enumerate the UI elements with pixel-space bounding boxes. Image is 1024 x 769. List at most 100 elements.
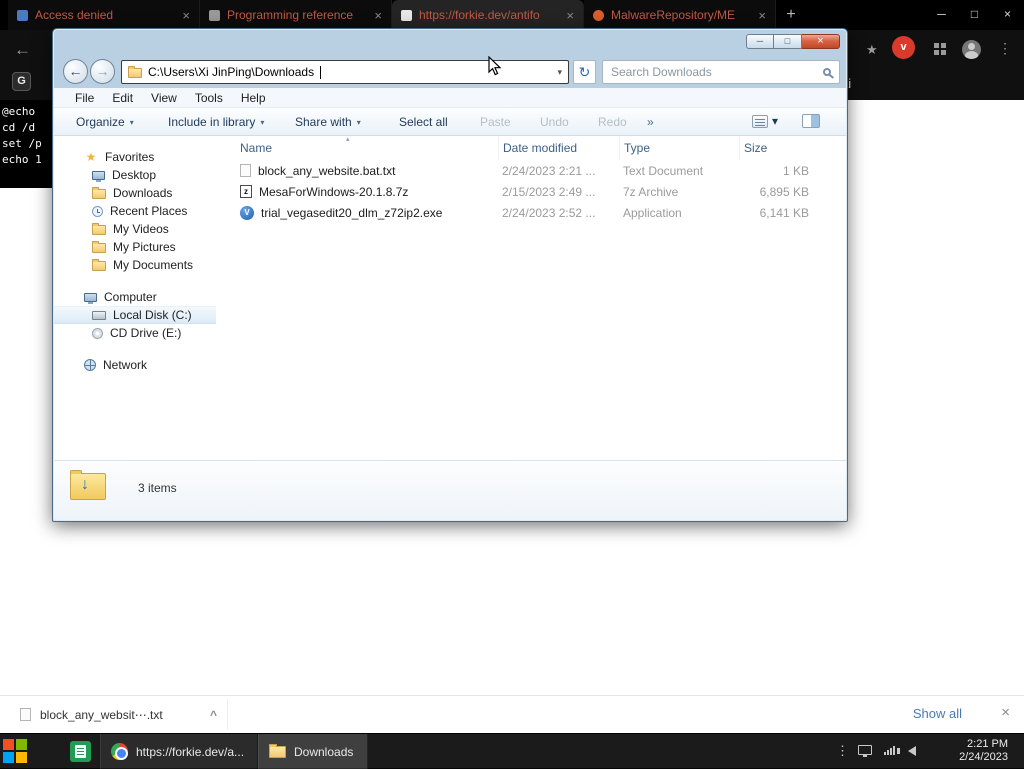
folder-icon <box>92 259 106 271</box>
new-tab-button[interactable]: + <box>776 0 806 30</box>
browser-download-bar: block_any_websit⋯.txt ^ Show all × <box>0 695 1024 733</box>
explorer-toolbar: Organize ▾ Include in library ▾ Share with… <box>54 108 846 136</box>
window-maximize-button[interactable]: □ <box>958 0 991 30</box>
menu-view[interactable]: View <box>142 91 186 105</box>
mouse-cursor <box>488 55 503 82</box>
tab-close-icon[interactable]: × <box>758 8 766 23</box>
redo-button: Redo <box>598 115 627 129</box>
include-in-library-button[interactable]: Include in library ▾ <box>168 115 264 129</box>
download-complete-badge[interactable]: v <box>892 36 915 59</box>
column-header-type[interactable]: Type <box>619 136 739 160</box>
sidebar-item-cd-drive-e[interactable]: CD Drive (E:) <box>54 324 222 342</box>
application-file-icon: V <box>240 205 254 220</box>
paste-button: Paste <box>480 115 511 129</box>
sidebar-item-recent-places[interactable]: Recent Places <box>54 202 222 220</box>
search-input[interactable] <box>611 65 817 79</box>
browser-tab-malware-repository[interactable]: MalwareRepository/ME × <box>584 0 776 30</box>
tab-close-icon[interactable]: × <box>182 8 190 23</box>
search-box[interactable] <box>602 60 840 84</box>
green-app-icon[interactable] <box>70 741 91 762</box>
window-minimize-button[interactable]: ─ <box>925 0 958 30</box>
explorer-maximize-button[interactable]: □ <box>774 34 802 49</box>
browser-tab-programming-reference[interactable]: Programming reference × <box>200 0 392 30</box>
taskbar-downloads-button[interactable]: Downloads <box>258 734 368 769</box>
folder-icon <box>92 241 106 253</box>
taskbar-chrome-button[interactable]: https://forkie.dev/a... <box>100 734 258 769</box>
address-text: C:\Users\Xi JinPing\Downloads <box>148 65 315 79</box>
organize-button[interactable]: Organize ▾ <box>76 115 134 129</box>
folder-icon <box>92 223 106 235</box>
address-dropdown-icon[interactable]: ▾ <box>557 67 562 78</box>
explorer-menu-bar: File Edit View Tools Help <box>54 88 846 108</box>
tab-favicon <box>17 9 28 21</box>
menu-edit[interactable]: Edit <box>103 91 142 105</box>
browser-tab-access-denied[interactable]: Access denied × <box>8 0 200 30</box>
tray-volume-icon[interactable] <box>897 746 916 756</box>
sidebar-section-favorites[interactable]: ★ Favorites <box>54 148 222 166</box>
downloaded-file-chip[interactable]: block_any_websit⋯.txt ^ <box>10 699 228 730</box>
file-row-mesa-for-windows[interactable]: z MesaForWindows-20.1.8.7z 2/15/2023 2:49… <box>224 181 846 202</box>
tab-label: Programming reference <box>227 8 354 22</box>
chevron-up-icon[interactable]: ^ <box>210 708 217 722</box>
menu-help[interactable]: Help <box>232 91 275 105</box>
explorer-window-controls: ─ □ × <box>746 34 840 49</box>
toolbar-overflow-button[interactable]: » <box>647 115 654 129</box>
sidebar-section-network[interactable]: Network <box>54 356 222 374</box>
tray-overflow-icon[interactable]: ⋮ <box>836 743 849 759</box>
tab-favicon <box>401 9 412 21</box>
disk-icon <box>92 310 106 320</box>
sidebar-item-local-disk-c[interactable]: Local Disk (C:) <box>54 306 216 324</box>
bookmark-star-icon[interactable]: ★ <box>866 42 878 58</box>
browser-tab-forkie-active[interactable]: https://forkie.dev/antifo × <box>392 0 584 30</box>
profile-avatar-icon[interactable] <box>962 40 981 59</box>
taskbar-clock[interactable]: 2:21 PM 2/24/2023 <box>959 738 1008 764</box>
tab-favicon <box>593 9 604 21</box>
explorer-minimize-button[interactable]: ─ <box>746 34 774 49</box>
sidebar-section-computer[interactable]: Computer <box>54 288 222 306</box>
explorer-close-button[interactable]: × <box>802 34 840 49</box>
explorer-navigation-bar: ← → C:\Users\Xi JinPing\Downloads ▾ ↻ <box>53 56 847 88</box>
show-all-downloads-link[interactable]: Show all <box>913 706 962 721</box>
apps-grid-icon[interactable] <box>934 43 947 56</box>
window-close-button[interactable]: × <box>991 0 1024 30</box>
nav-back-button[interactable]: ← <box>63 59 88 84</box>
chrome-icon <box>111 743 128 760</box>
explorer-sidebar: ★ Favorites Desktop Downloads Recent Plac… <box>54 136 222 460</box>
column-header-size[interactable]: Size <box>739 136 831 160</box>
column-header-name[interactable]: Name <box>236 136 498 160</box>
column-header-date-modified[interactable]: Date modified <box>498 136 619 160</box>
tab-label: MalwareRepository/ME <box>611 8 736 22</box>
sidebar-item-my-videos[interactable]: My Videos <box>54 220 222 238</box>
folder-icon <box>269 743 286 758</box>
change-view-button[interactable]: ▾ <box>752 114 778 128</box>
nav-forward-button[interactable]: → <box>90 59 115 84</box>
tray-network-icon[interactable] <box>884 746 896 755</box>
menu-tools[interactable]: Tools <box>186 91 232 105</box>
start-button[interactable] <box>3 739 28 764</box>
download-bar-close-icon[interactable]: × <box>1001 704 1010 721</box>
terminal-line: echo 1 <box>2 153 42 166</box>
sidebar-item-my-documents[interactable]: My Documents <box>54 256 222 274</box>
sidebar-item-downloads[interactable]: Downloads <box>54 184 222 202</box>
menu-file[interactable]: File <box>66 91 103 105</box>
browser-menu-icon[interactable]: ⋮ <box>998 40 1012 57</box>
search-icon <box>823 68 831 76</box>
file-row-block-any-website[interactable]: block_any_website.bat.txt 2/24/2023 2:21… <box>224 160 846 181</box>
sidebar-item-desktop[interactable]: Desktop <box>54 166 222 184</box>
preview-pane-button[interactable] <box>802 114 820 128</box>
file-list: ▴ Name Date modified Type Size block_any… <box>224 136 846 460</box>
tray-display-icon[interactable] <box>858 745 872 757</box>
share-with-button[interactable]: Share with ▾ <box>295 115 361 129</box>
dropdown-arrow-icon: ▾ <box>129 117 134 127</box>
sidebar-item-my-pictures[interactable]: My Pictures <box>54 238 222 256</box>
folder-icon <box>128 66 142 78</box>
tab-close-icon[interactable]: × <box>374 8 382 23</box>
browser-back-button[interactable]: ← <box>14 40 31 60</box>
select-all-button[interactable]: Select all <box>399 115 448 129</box>
tab-label: Access denied <box>35 8 114 22</box>
refresh-button[interactable]: ↻ <box>573 60 596 84</box>
cursor-arrow-icon <box>488 55 502 76</box>
computer-icon <box>84 293 97 304</box>
tab-close-icon[interactable]: × <box>566 8 574 23</box>
file-row-trial-vegasedit[interactable]: Vtrial_vegasedit20_dlm_z72ip2.exe 2/24/2… <box>224 202 846 223</box>
